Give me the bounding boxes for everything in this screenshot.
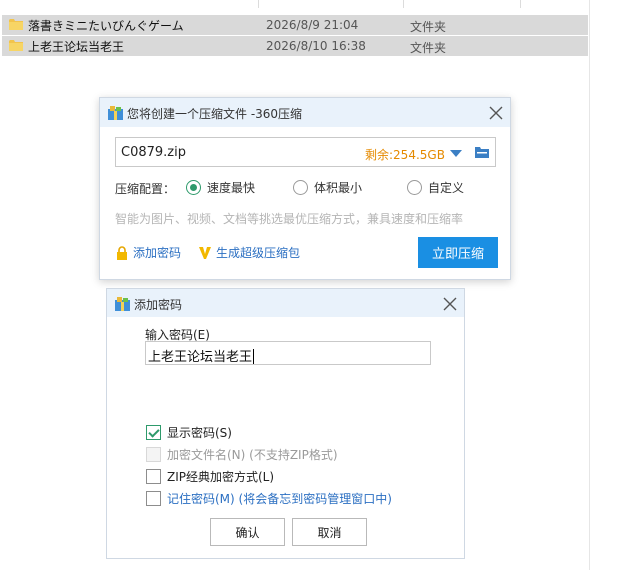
- text-caret: [253, 349, 255, 364]
- archive-app-icon: [108, 106, 123, 120]
- confirm-button[interactable]: 确认: [210, 518, 285, 546]
- add-password-text: 添加密码: [133, 246, 182, 260]
- remember-password-checkbox[interactable]: 记住密码(M) (将会备忘到密码管理窗口中): [146, 490, 392, 507]
- radio-label: 自定义: [428, 181, 465, 195]
- compress-now-button[interactable]: 立即压缩: [418, 237, 498, 268]
- archive-file-name: C0879.zip: [121, 145, 186, 160]
- password-dialog-titlebar[interactable]: 添加密码: [107, 289, 464, 317]
- checkbox-label: 记住密码(M) (将会备忘到密码管理窗口中): [167, 492, 392, 506]
- show-password-checkbox[interactable]: 显示密码(S): [146, 424, 232, 441]
- add-password-dialog: 添加密码 输入密码(E) 上老王论坛当老王 显示密码(S) 加密文件名(N) (…: [106, 288, 465, 559]
- compress-hint-text: 智能为图片、视频、文档等挑选最优压缩方式，兼具速度和压缩率: [115, 212, 464, 226]
- checkbox-label: 加密文件名(N) (不支持ZIP格式): [167, 448, 338, 462]
- archive-app-icon: [115, 297, 130, 311]
- file-type: 文件夹: [410, 20, 447, 34]
- folder-icon: [9, 19, 23, 30]
- lock-icon: [117, 245, 127, 260]
- checkbox-label: ZIP经典加密方式(L): [167, 470, 275, 484]
- checkbox-box[interactable]: [146, 425, 161, 440]
- v-badge-icon: [199, 246, 211, 259]
- file-type: 文件夹: [410, 41, 447, 55]
- compress-dialog-titlebar[interactable]: 您将创建一个压缩文件 -360压缩: [100, 98, 510, 127]
- super-compress-link[interactable]: 生成超级压缩包: [198, 244, 300, 261]
- column-separator[interactable]: [258, 0, 259, 8]
- encrypt-filename-checkbox: 加密文件名(N) (不支持ZIP格式): [146, 446, 338, 463]
- compress-dialog: 您将创建一个压缩文件 -360压缩 C0879.zip 剩余:254.5GB 压…: [99, 97, 511, 280]
- compress-config-label: 压缩配置：: [115, 182, 176, 196]
- radio-indicator[interactable]: [407, 180, 422, 195]
- password-field[interactable]: 上老王论坛当老王: [145, 341, 431, 365]
- dropdown-arrow-icon[interactable]: [450, 150, 462, 157]
- file-date: 2026/8/10 16:38: [266, 39, 366, 53]
- checkbox-box[interactable]: [146, 469, 161, 484]
- radio-label: 体积最小: [314, 181, 363, 195]
- checkbox-label: 显示密码(S): [167, 426, 232, 440]
- super-compress-text: 生成超级压缩包: [216, 246, 301, 260]
- close-icon[interactable]: [489, 106, 503, 120]
- cancel-button[interactable]: 取消: [292, 518, 367, 546]
- column-separator[interactable]: [403, 0, 404, 8]
- file-date: 2026/8/9 21:04: [266, 18, 359, 32]
- compress-dialog-title: 您将创建一个压缩文件 -360压缩: [127, 107, 303, 121]
- close-icon[interactable]: [443, 297, 457, 311]
- radio-indicator[interactable]: [186, 180, 201, 195]
- file-name: 上老王论坛当老王: [28, 40, 125, 54]
- column-separator[interactable]: [520, 0, 521, 8]
- file-row[interactable]: 上老王论坛当老王 2026/8/10 16:38 文件夹: [2, 36, 588, 56]
- archive-path-field[interactable]: C0879.zip 剩余:254.5GB: [115, 137, 496, 167]
- radio-custom[interactable]: 自定义: [407, 179, 464, 196]
- free-space-label: 剩余:254.5GB: [365, 148, 445, 162]
- file-name: 落書きミニたいびんぐゲーム: [28, 19, 184, 33]
- radio-fastest[interactable]: 速度最快: [186, 179, 255, 196]
- checkbox-box[interactable]: [146, 491, 161, 506]
- file-row[interactable]: 落書きミニたいびんぐゲーム 2026/8/9 21:04 文件夹: [2, 15, 588, 35]
- browse-folder-icon[interactable]: [474, 144, 490, 160]
- folder-icon: [9, 40, 23, 51]
- add-password-link[interactable]: 添加密码: [115, 244, 181, 261]
- radio-smallest[interactable]: 体积最小: [293, 179, 362, 196]
- password-value: 上老王论坛当老王: [148, 350, 253, 365]
- radio-label: 速度最快: [207, 181, 256, 195]
- password-dialog-title: 添加密码: [134, 298, 183, 312]
- zip-classic-encryption-checkbox[interactable]: ZIP经典加密方式(L): [146, 468, 274, 485]
- checkbox-box: [146, 447, 161, 462]
- radio-indicator[interactable]: [293, 180, 308, 195]
